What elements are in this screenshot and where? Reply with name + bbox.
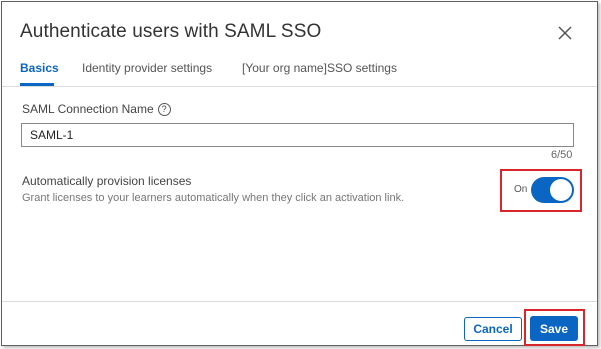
toggle-state-label: On [514, 184, 528, 195]
footer-divider [2, 301, 597, 302]
cancel-button[interactable]: Cancel [464, 317, 522, 341]
provision-title: Automatically provision licenses [22, 174, 192, 188]
provision-description: Grant licenses to your learners automati… [22, 192, 405, 204]
saml-sso-dialog: Authenticate users with SAML SSO Basics … [1, 1, 598, 346]
character-counter: 6/50 [551, 149, 573, 161]
dialog-title: Authenticate users with SAML SSO [20, 21, 322, 42]
toggle-knob [550, 179, 572, 201]
connection-name-input[interactable] [21, 123, 574, 147]
tab-bar: Basics Identity provider settings [Your … [2, 58, 597, 87]
tab-basics[interactable]: Basics [20, 61, 59, 75]
provision-toggle[interactable] [531, 177, 574, 203]
tab-identity-provider-settings[interactable]: Identity provider settings [82, 61, 212, 75]
save-button[interactable]: Save [530, 316, 578, 341]
active-tab-indicator [20, 83, 54, 86]
connection-name-label-text: SAML Connection Name [22, 102, 154, 116]
help-icon[interactable]: ? [157, 102, 171, 116]
connection-name-label: SAML Connection Name ? [22, 102, 171, 116]
tab-org-sso-settings[interactable]: [Your org name]SSO settings [242, 61, 397, 75]
close-icon[interactable] [555, 23, 575, 43]
